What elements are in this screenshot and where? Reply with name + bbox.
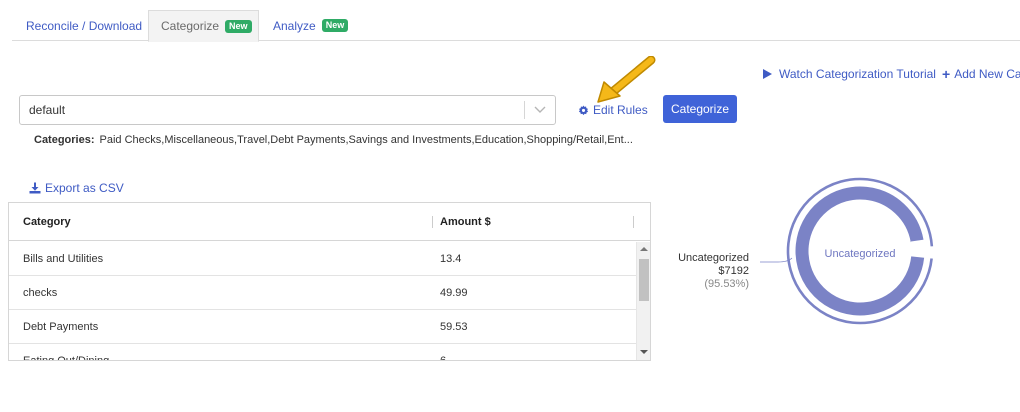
- categories-value: Paid Checks,Miscellaneous,Travel,Debt Pa…: [99, 134, 633, 146]
- categorize-button[interactable]: Categorize: [663, 95, 737, 123]
- cell-category: checks: [23, 286, 58, 299]
- tab-categorize[interactable]: Categorize New: [148, 10, 259, 42]
- cell-category: Eating Out/Dining: [23, 354, 110, 361]
- donut-center-label: Uncategorized: [825, 248, 896, 260]
- new-badge: New: [225, 19, 252, 33]
- column-divider: [432, 216, 433, 228]
- ruleset-select-value: default: [29, 103, 66, 117]
- chevron-down-icon[interactable]: [525, 96, 555, 124]
- watch-tutorial-link[interactable]: Watch Categorization Tutorial: [763, 67, 936, 81]
- tab-label: Reconcile / Download: [26, 18, 143, 33]
- column-header-category[interactable]: Category: [23, 203, 71, 241]
- tab-reconcile-download[interactable]: Reconcile / Download: [12, 10, 148, 41]
- plus-icon: +: [942, 66, 951, 82]
- cell-amount: 49.99: [440, 286, 468, 299]
- cell-category: Debt Payments: [23, 320, 99, 333]
- edit-rules-link[interactable]: Edit Rules: [578, 103, 648, 117]
- tab-bar: Reconcile / Download Categorize New Anal…: [12, 10, 1020, 42]
- donut-slice-separator: [910, 243, 926, 246]
- tab-label: Categorize: [161, 19, 220, 33]
- arrow-annotation: [597, 56, 656, 103]
- play-icon: [763, 69, 772, 79]
- table-scrollbar[interactable]: [636, 242, 650, 360]
- scroll-up-icon[interactable]: [640, 247, 648, 251]
- callout-amount: $7192: [718, 265, 749, 277]
- callout-category: Uncategorized: [678, 252, 749, 264]
- watch-tutorial-label: Watch Categorization Tutorial: [779, 67, 936, 81]
- cell-amount: 13.4: [440, 252, 462, 265]
- category-table: Category Amount $ Bills and Utilities 13…: [8, 202, 651, 361]
- categories-summary: Categories: Paid Checks,Miscellaneous,Tra…: [34, 134, 633, 146]
- table-row[interactable]: Bills and Utilities 13.4: [9, 242, 636, 276]
- new-badge: New: [321, 19, 349, 32]
- tab-label: Analyze: [273, 18, 316, 33]
- edit-rules-label: Edit Rules: [593, 103, 648, 117]
- table-row[interactable]: Eating Out/Dining 6: [9, 344, 636, 361]
- table-row[interactable]: Debt Payments 59.53: [9, 310, 636, 344]
- cell-amount: 6: [440, 354, 447, 361]
- callout-percent: (95.53%): [704, 278, 749, 290]
- table-header: Category Amount $: [9, 203, 650, 241]
- add-new-category-label: Add New Cat: [954, 67, 1020, 81]
- table-row[interactable]: checks 49.99: [9, 276, 636, 310]
- cell-category: Bills and Utilities: [23, 252, 104, 265]
- table-body: Bills and Utilities 13.4 checks 49.99 De…: [9, 242, 636, 361]
- donut-callout: Uncategorized $7192 (95.53%): [659, 252, 749, 291]
- export-csv-link[interactable]: Export as CSV: [29, 181, 124, 195]
- column-divider: [633, 216, 634, 228]
- scrollbar-thumb[interactable]: [639, 259, 649, 301]
- ruleset-select[interactable]: default: [19, 95, 556, 125]
- category-donut-chart: Uncategorized: [760, 177, 934, 325]
- categories-label: Categories:: [34, 134, 95, 146]
- column-header-amount[interactable]: Amount $: [440, 203, 491, 241]
- cell-amount: 59.53: [440, 320, 468, 333]
- gear-icon: [578, 104, 589, 115]
- export-csv-label: Export as CSV: [45, 181, 124, 195]
- scroll-down-icon[interactable]: [640, 350, 648, 354]
- tab-analyze[interactable]: Analyze New: [259, 10, 369, 41]
- download-icon: [29, 182, 41, 194]
- add-new-category-link[interactable]: + Add New Cat: [942, 67, 1020, 81]
